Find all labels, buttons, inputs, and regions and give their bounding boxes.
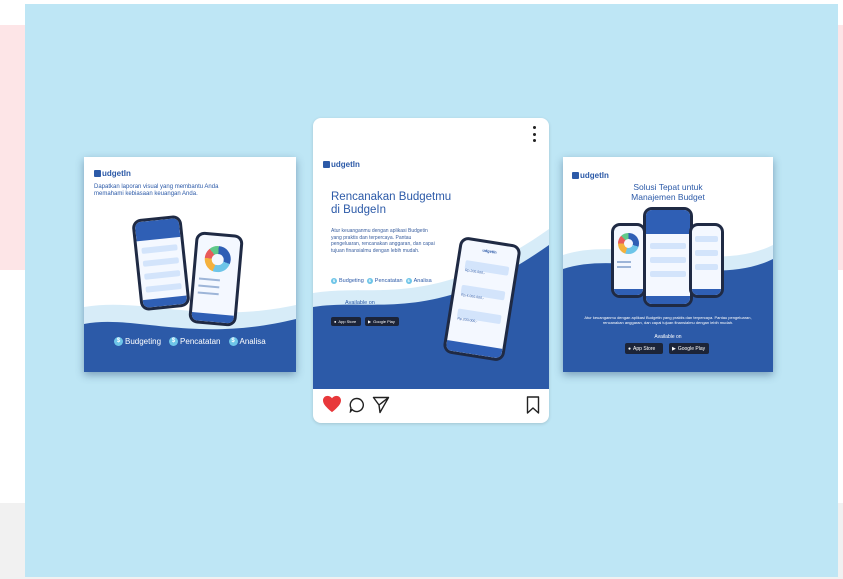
logo-mark-icon: [323, 161, 330, 168]
app-store-badge[interactable]: ● App Store: [625, 343, 663, 354]
post-title: Rencanakan Budgetmu di BudgeIn: [331, 191, 452, 216]
coin-icon: $: [169, 337, 179, 346]
left-carousel-card[interactable]: udgetIn Dapatkan laporan visual yang mem…: [84, 157, 296, 372]
center-post: udgetIn Rencanakan Budgetmu di BudgeIn A…: [313, 118, 549, 423]
coin-icon: $: [366, 278, 373, 284]
logo-mark-icon: [94, 170, 101, 177]
brand-logo: udgetIn: [94, 169, 131, 178]
feature-pencatatan: $ Pencatatan: [366, 278, 403, 284]
right-carousel-card[interactable]: udgetIn Solusi Tepat untuk Manajemen Bud…: [563, 157, 773, 372]
post-image[interactable]: udgetIn Rencanakan Budgetmu di BudgeIn A…: [313, 155, 549, 389]
comment-icon[interactable]: [349, 397, 365, 413]
send-icon[interactable]: [372, 396, 390, 414]
left-card-headline: Dapatkan laporan visual yang membantu An…: [94, 184, 219, 197]
coin-icon: $: [114, 337, 123, 346]
post-action-bar: [313, 389, 549, 423]
apple-icon: ●: [334, 319, 337, 324]
bookmark-icon[interactable]: [526, 396, 540, 414]
donut-chart-graphic: [618, 232, 639, 254]
more-vertical-icon[interactable]: [533, 126, 537, 142]
coin-icon: $: [228, 337, 238, 346]
phone-mockup-right: [689, 223, 724, 298]
coin-icon: $: [405, 278, 412, 284]
phone-mockup-center: [643, 207, 693, 307]
app-store-badge[interactable]: ● App Store: [331, 317, 361, 326]
play-icon: ▶: [672, 345, 676, 352]
left-feature-list: $ Budgeting $ Pencatatan $ Analisa: [114, 337, 266, 346]
phone-mockup-left: [611, 223, 646, 298]
feature-budgeting: $ Budgeting: [114, 337, 161, 346]
available-on-label: Available on: [345, 300, 375, 306]
play-icon: ▶: [368, 319, 372, 324]
feature-analisa: $ Analisa: [228, 337, 266, 346]
brand-logo: udgetIn: [323, 160, 360, 169]
post-body-text: Atur keuanganmu dengan aplikasi Budgetin…: [331, 228, 435, 254]
brand-logo: udgetIn: [572, 171, 609, 180]
google-play-badge[interactable]: ▶ Google Play: [365, 317, 399, 326]
phone-mockup-back: [188, 231, 244, 327]
right-card-body-text: Atur keuanganmu dengan aplikasi Budgetin…: [584, 315, 752, 325]
feature-budgeting: $ Budgeting: [331, 278, 364, 284]
feature-pencatatan: $ Pencatatan: [169, 337, 221, 346]
right-card-headline: Solusi Tepat untuk Manajemen Budget: [631, 182, 705, 202]
post-feature-list: $ Budgeting $ Pencatatan $ Analisa: [331, 278, 432, 284]
feature-analisa: $ Analisa: [405, 278, 432, 284]
apple-icon: ●: [628, 345, 632, 352]
heart-icon[interactable]: [322, 395, 342, 413]
donut-chart-graphic: [204, 245, 232, 274]
logo-mark-icon: [572, 172, 579, 179]
coin-icon: $: [331, 278, 337, 284]
google-play-badge[interactable]: ▶ Google Play: [669, 343, 709, 354]
available-on-label: Available on: [654, 334, 682, 340]
phone-brand-label: udgetIn: [482, 247, 498, 255]
phone-mockup-front: [131, 214, 191, 312]
